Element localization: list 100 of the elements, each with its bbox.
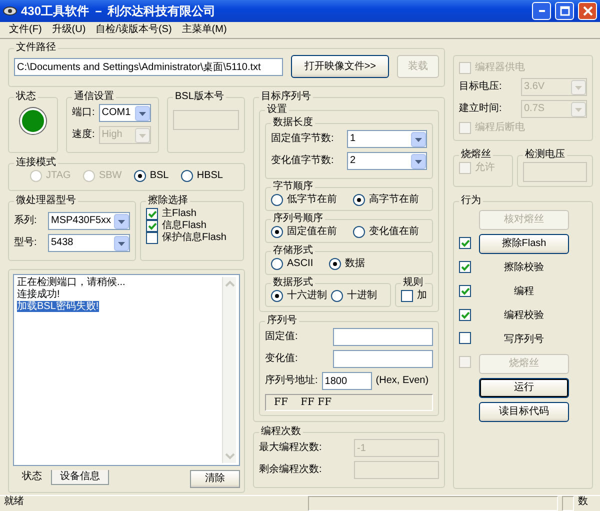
log-line: 正在检测端口，请稍候...	[17, 277, 126, 288]
scrollbar[interactable]	[222, 277, 236, 463]
radio-button[interactable]	[134, 170, 146, 182]
checkbox-label: 写序列号	[504, 334, 544, 346]
field-label: 建立时间:	[459, 103, 502, 115]
group-label: BSL版本号	[174, 91, 225, 103]
radio-button[interactable]	[271, 290, 283, 302]
checkbox-label: 编程器供电	[475, 62, 525, 74]
dropdown[interactable]: COM1	[98, 104, 151, 122]
field-label: 速度:	[72, 129, 95, 141]
checkbox[interactable]	[401, 290, 413, 302]
checkbox[interactable]	[459, 309, 471, 321]
maximize-icon	[560, 6, 570, 16]
radio-label: 固定值在前	[287, 226, 337, 238]
action-button[interactable]: 读目标代码	[479, 402, 569, 422]
group-label: 设置	[266, 104, 288, 116]
window-title: 430工具软件 － 利尔达科技有限公司	[21, 4, 216, 18]
checkbox-label: 信息Flash	[162, 220, 206, 232]
checkbox[interactable]	[459, 261, 471, 273]
field-label: 系列:	[14, 215, 37, 227]
clear-button[interactable]: 清除	[190, 470, 240, 488]
radio-button[interactable]	[329, 258, 342, 270]
field-label: 目标电压:	[459, 81, 502, 93]
group-label: 字节顺序	[272, 181, 314, 193]
dropdown[interactable]: 1	[347, 130, 427, 148]
text-field[interactable]	[333, 350, 433, 368]
checkbox[interactable]	[459, 332, 471, 344]
caret-icon	[134, 128, 150, 142]
caret-icon	[114, 236, 129, 250]
file-path-field[interactable]: C:\Documents and Settings\Administrator\桌面\5110.txt	[14, 58, 284, 76]
radio-label: ASCII	[287, 258, 314, 270]
status-pane	[562, 496, 574, 511]
radio-label: 高字节在前	[369, 194, 419, 206]
caret-icon	[411, 132, 426, 146]
field-label: 剩余编程次数:	[259, 464, 322, 476]
field-label: 固定值字节数:	[271, 133, 334, 145]
radio-label: SBW	[98, 170, 122, 182]
checkbox[interactable]	[459, 237, 471, 249]
close-button[interactable]	[578, 2, 597, 20]
minimize-icon	[538, 10, 544, 12]
checkbox[interactable]	[146, 232, 158, 244]
radio-label: 十进制	[347, 290, 377, 302]
maximize-button[interactable]	[555, 2, 574, 20]
tab[interactable]: 设备信息	[51, 470, 109, 485]
voltage-field	[523, 162, 587, 182]
group-label: 数据形式	[272, 277, 314, 289]
group-label: 通信设置	[73, 91, 115, 103]
radio-button[interactable]	[271, 226, 283, 238]
radio-button[interactable]	[271, 194, 283, 206]
checkbox-label: 编程校验	[504, 310, 544, 322]
radio-button[interactable]	[180, 170, 193, 182]
count-field[interactable]	[354, 461, 439, 479]
group-label: 行为	[460, 195, 482, 207]
app-icon	[3, 6, 17, 16]
action-button[interactable]: 运行	[479, 378, 569, 398]
action-button[interactable]: 擦除Flash	[479, 234, 569, 254]
menu-item[interactable]: 文件(F)	[4, 23, 47, 37]
radio-button[interactable]	[353, 194, 365, 206]
caret-icon	[134, 106, 150, 120]
checkbox[interactable]	[146, 208, 158, 220]
radio-button[interactable]	[271, 258, 283, 270]
menu-item[interactable]: 自检/读版本号(S)	[90, 23, 177, 37]
dropdown[interactable]: 2	[347, 152, 427, 170]
bsl-version-field	[173, 110, 239, 130]
field-label: 变化值字节数:	[271, 155, 334, 167]
minimize-button[interactable]	[532, 2, 551, 20]
caret-icon	[571, 80, 586, 94]
status-text: 数	[578, 496, 588, 509]
checkbox[interactable]	[146, 220, 158, 232]
checkbox[interactable]	[459, 285, 471, 297]
group-label: 数据长度	[272, 117, 314, 129]
group-label: 烧熔丝	[460, 149, 492, 161]
group-label: 检测电压	[524, 149, 566, 161]
checkbox-label: 主Flash	[162, 208, 196, 220]
dropdown[interactable]: 5438	[48, 234, 130, 252]
field-label: 最大编程次数:	[259, 442, 322, 454]
caret-icon	[114, 214, 129, 228]
group-label: 编程次数	[260, 426, 302, 438]
group-label: 状态	[15, 91, 37, 103]
close-icon	[582, 6, 592, 16]
radio-label: 数据	[345, 258, 366, 270]
menu-item[interactable]: 升级(U)	[46, 23, 91, 37]
field-label: 变化值:	[265, 353, 298, 365]
group-label: 微处理器型号	[15, 195, 77, 207]
text-field[interactable]	[333, 328, 433, 346]
group-label: 存储形式	[272, 245, 314, 257]
menu-item[interactable]: 主菜单(M)	[176, 23, 232, 37]
serial-preview: FF FF FF	[265, 394, 433, 411]
group-label: 擦除选择	[147, 195, 189, 207]
group-label: 连接模式	[15, 157, 57, 169]
log-line: 连接成功!	[17, 289, 60, 300]
caret-icon	[571, 102, 586, 116]
radio-label: 变化值在前	[369, 226, 419, 238]
caret-icon	[411, 154, 426, 168]
group-label: 目标序列号	[260, 91, 312, 103]
dropdown[interactable]: MSP430F5xx	[48, 212, 130, 230]
open-file-button[interactable]: 打开映像文件>>	[291, 55, 389, 78]
address-field[interactable]: 1800	[322, 372, 372, 390]
radio-button[interactable]	[353, 226, 365, 238]
radio-button[interactable]	[331, 290, 343, 302]
